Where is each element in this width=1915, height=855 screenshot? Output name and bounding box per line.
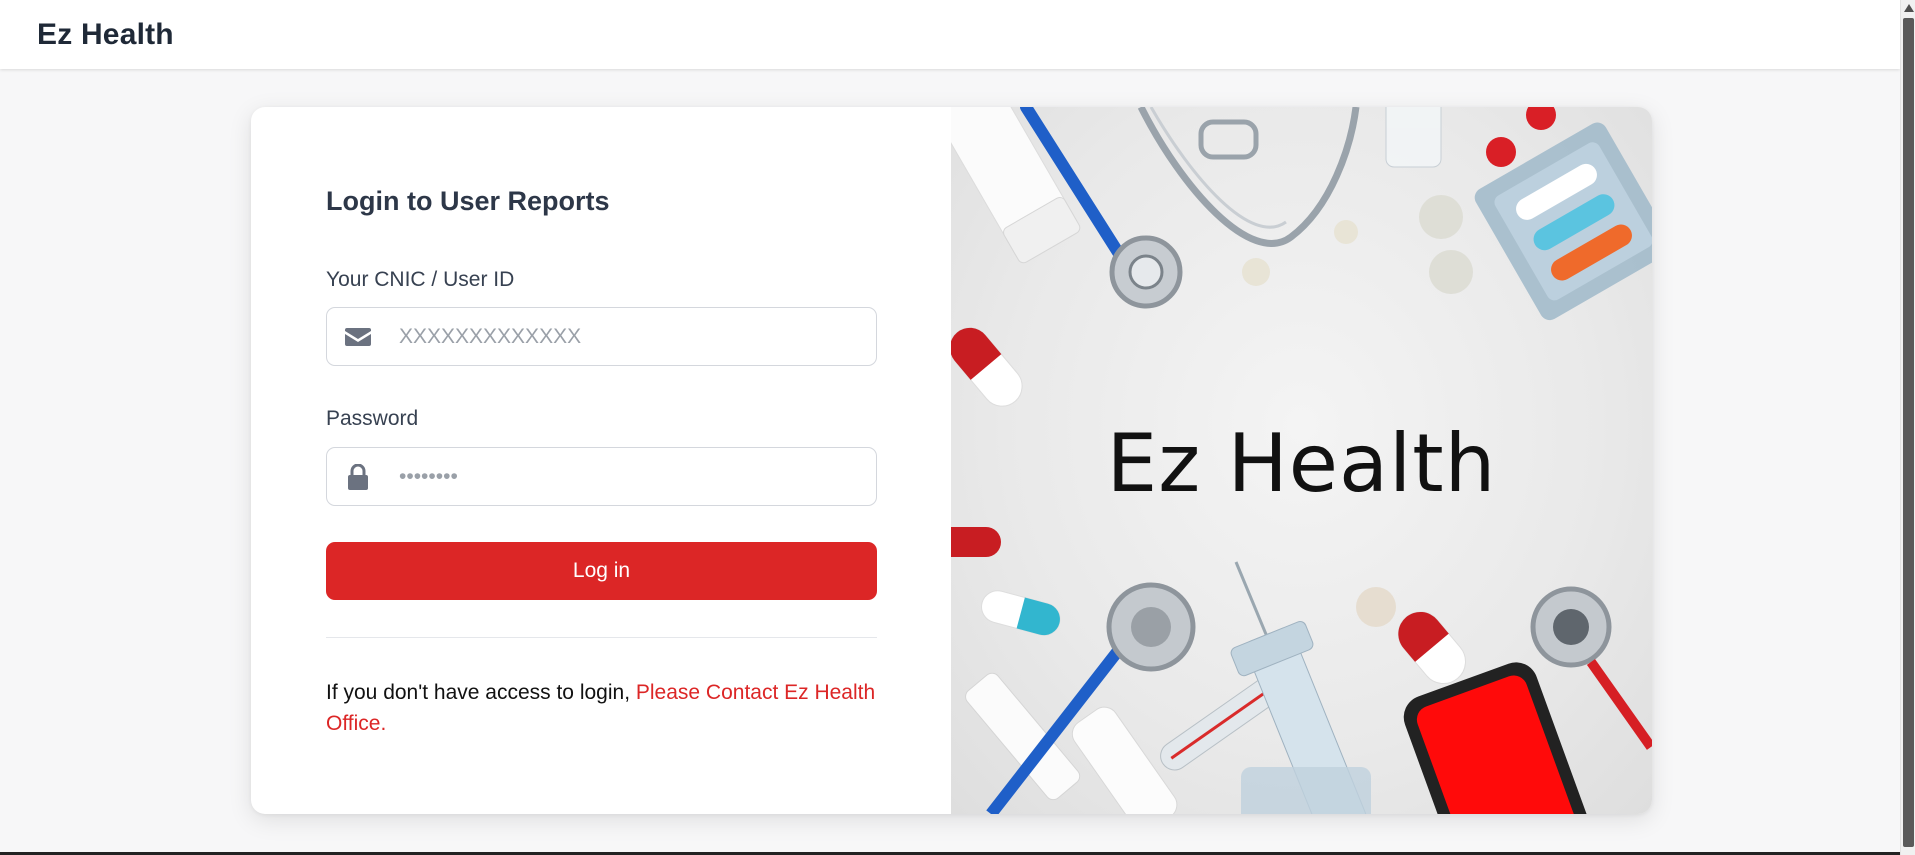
user-id-field-group[interactable] [326, 307, 877, 366]
brand-logo-text[interactable]: Ez Health [37, 18, 174, 52]
access-help-text: If you don't have access to login, Pleas… [326, 677, 877, 739]
user-id-input[interactable] [389, 308, 859, 365]
user-id-label: Your CNIC / User ID [326, 268, 515, 291]
hero-image-medical-supplies: Ez Health [951, 107, 1652, 814]
hero-wordmark: Ez Health [1106, 417, 1497, 510]
form-divider [326, 637, 877, 638]
lock-icon [327, 448, 389, 505]
password-field-group[interactable] [326, 447, 877, 506]
login-button[interactable]: Log in [326, 542, 877, 600]
scroll-up-arrow-icon[interactable] [1904, 4, 1914, 12]
help-text-prefix: If you don't have access to login, [326, 681, 636, 704]
password-input[interactable] [389, 448, 859, 505]
login-form-panel: Login to User Reports Your CNIC / User I… [251, 107, 951, 814]
vertical-scrollbar[interactable] [1900, 0, 1915, 855]
top-navbar: Ez Health [0, 0, 1900, 69]
password-label: Password [326, 407, 419, 430]
scrollbar-thumb[interactable] [1903, 18, 1914, 847]
page-title: Login to User Reports [326, 186, 610, 216]
envelope-icon [327, 308, 389, 365]
login-card: Login to User Reports Your CNIC / User I… [251, 107, 1652, 814]
